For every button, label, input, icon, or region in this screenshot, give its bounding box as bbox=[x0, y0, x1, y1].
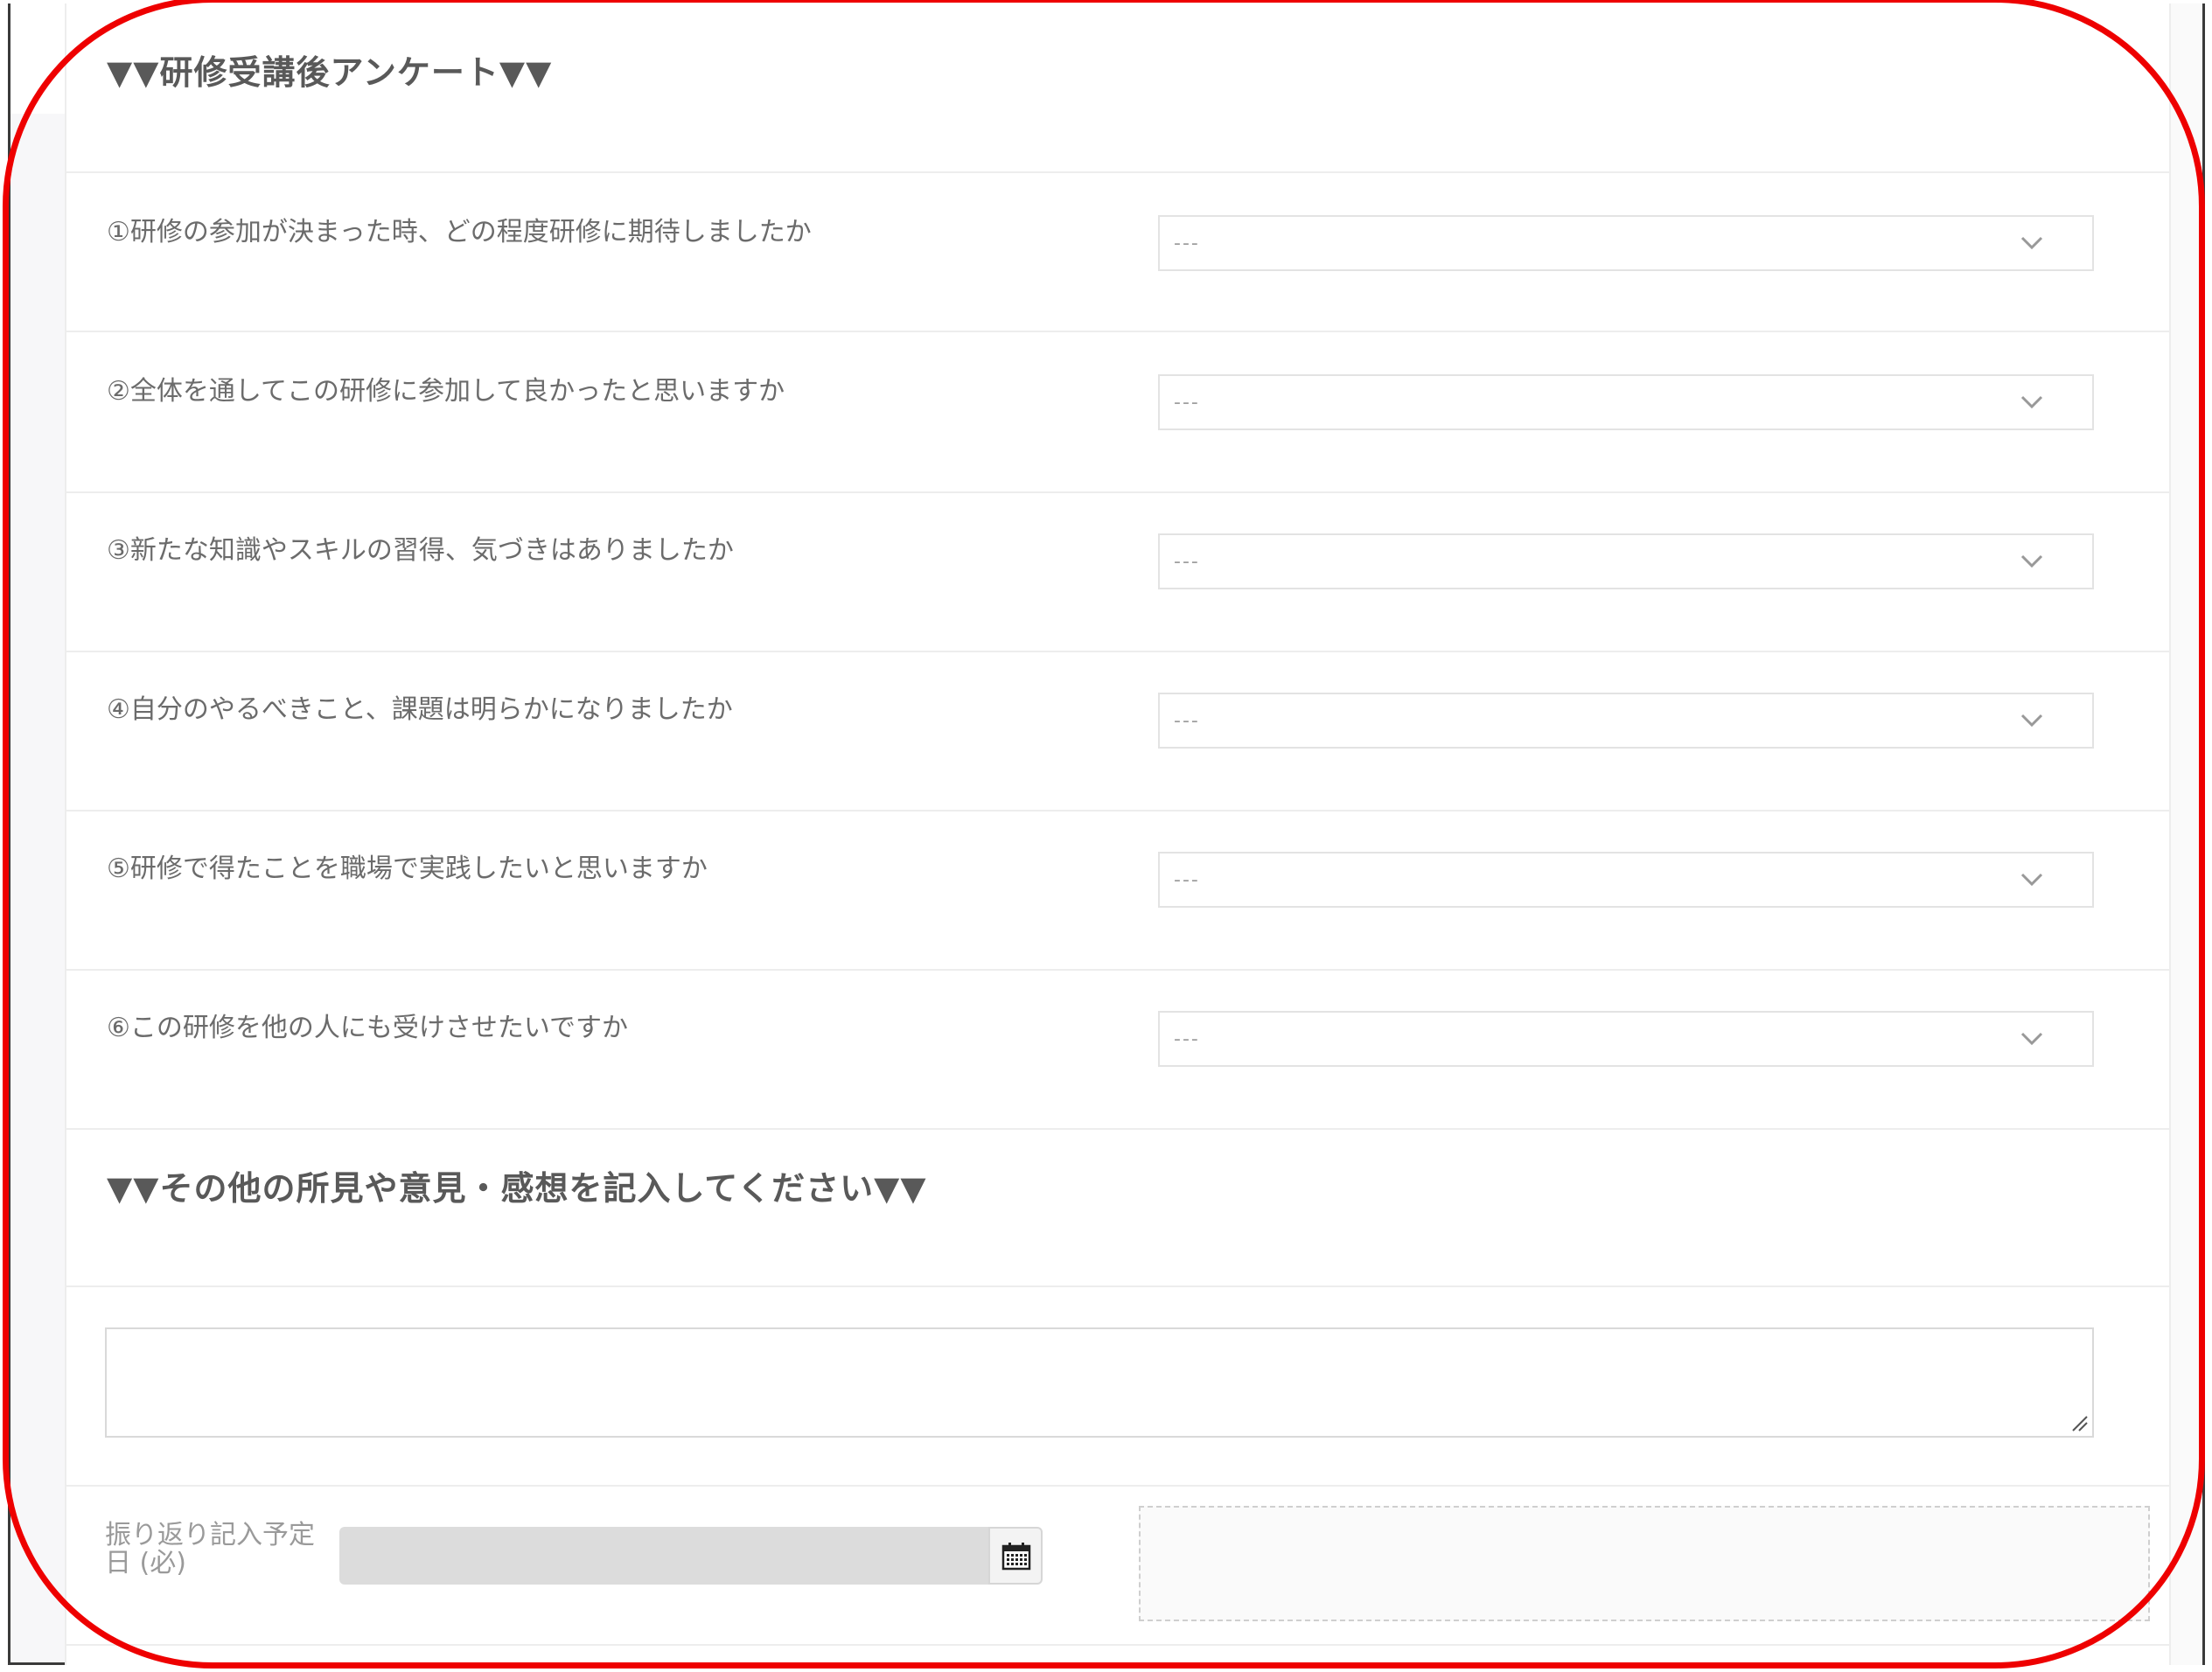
question-4-label: ④自分のやるべきこと、課題は明らかになりましたか bbox=[107, 694, 733, 725]
question-4-select[interactable]: --- bbox=[1158, 693, 2094, 749]
divider bbox=[65, 651, 2171, 652]
left-gutter-top bbox=[10, 3, 65, 115]
question-4-value: --- bbox=[1174, 710, 1200, 732]
survey-section-title: ▼▼研修受講後アンケート▼▼ bbox=[107, 53, 553, 92]
chevron-down-icon bbox=[2020, 1032, 2043, 1046]
question-6-value: --- bbox=[1174, 1028, 1200, 1050]
divider bbox=[65, 171, 2171, 173]
divider bbox=[65, 1485, 2171, 1487]
question-6-select[interactable]: --- bbox=[1158, 1011, 2094, 1067]
reflection-date-label: 振り返り記入予定日 (必) bbox=[105, 1520, 315, 1578]
reflection-date-input[interactable] bbox=[339, 1527, 990, 1585]
chevron-down-icon bbox=[2020, 236, 2043, 250]
divider bbox=[65, 1285, 2171, 1287]
divider bbox=[65, 491, 2171, 493]
question-2-value: --- bbox=[1174, 392, 1200, 414]
question-1-select[interactable]: --- bbox=[1158, 215, 2094, 271]
chevron-down-icon bbox=[2020, 554, 2043, 568]
comments-section-title: ▼▼その他の所見や意見・感想を記入してください▼▼ bbox=[107, 1169, 927, 1208]
comments-textarea[interactable] bbox=[105, 1327, 2094, 1438]
calendar-icon bbox=[1001, 1543, 1031, 1571]
divider bbox=[65, 810, 2171, 812]
question-1-value: --- bbox=[1174, 233, 1200, 254]
question-5-value: --- bbox=[1174, 869, 1200, 891]
resize-grip-icon[interactable] bbox=[2069, 1413, 2089, 1432]
question-2-label: ②全体を通してこの研修に参加して良かったと思いますか bbox=[107, 376, 785, 407]
question-3-label: ③新たな知識やスキルの習得、気づきはありましたか bbox=[107, 535, 734, 566]
divider bbox=[65, 969, 2171, 971]
question-3-value: --- bbox=[1174, 551, 1200, 573]
calendar-button[interactable] bbox=[988, 1527, 1043, 1585]
divider bbox=[65, 1128, 2171, 1130]
divider bbox=[65, 1644, 2171, 1646]
divider bbox=[65, 331, 2171, 332]
question-1-label: ①研修の参加が決まった時、どの程度研修に期待しましたか bbox=[107, 217, 812, 247]
left-gutter bbox=[10, 114, 66, 1662]
question-5-label: ⑤研修で得たことを職場で実践したいと思いますか bbox=[107, 853, 708, 884]
question-6-label: ⑥この研修を他の人にも受けさせたいですか bbox=[107, 1013, 628, 1043]
question-5-select[interactable]: --- bbox=[1158, 852, 2094, 908]
chevron-down-icon bbox=[2020, 714, 2043, 728]
chevron-down-icon bbox=[2020, 873, 2043, 887]
attachment-dropzone[interactable] bbox=[1139, 1506, 2150, 1621]
chevron-down-icon bbox=[2020, 395, 2043, 409]
question-3-select[interactable]: --- bbox=[1158, 533, 2094, 589]
right-gutter bbox=[2171, 3, 2202, 1665]
question-2-select[interactable]: --- bbox=[1158, 374, 2094, 430]
